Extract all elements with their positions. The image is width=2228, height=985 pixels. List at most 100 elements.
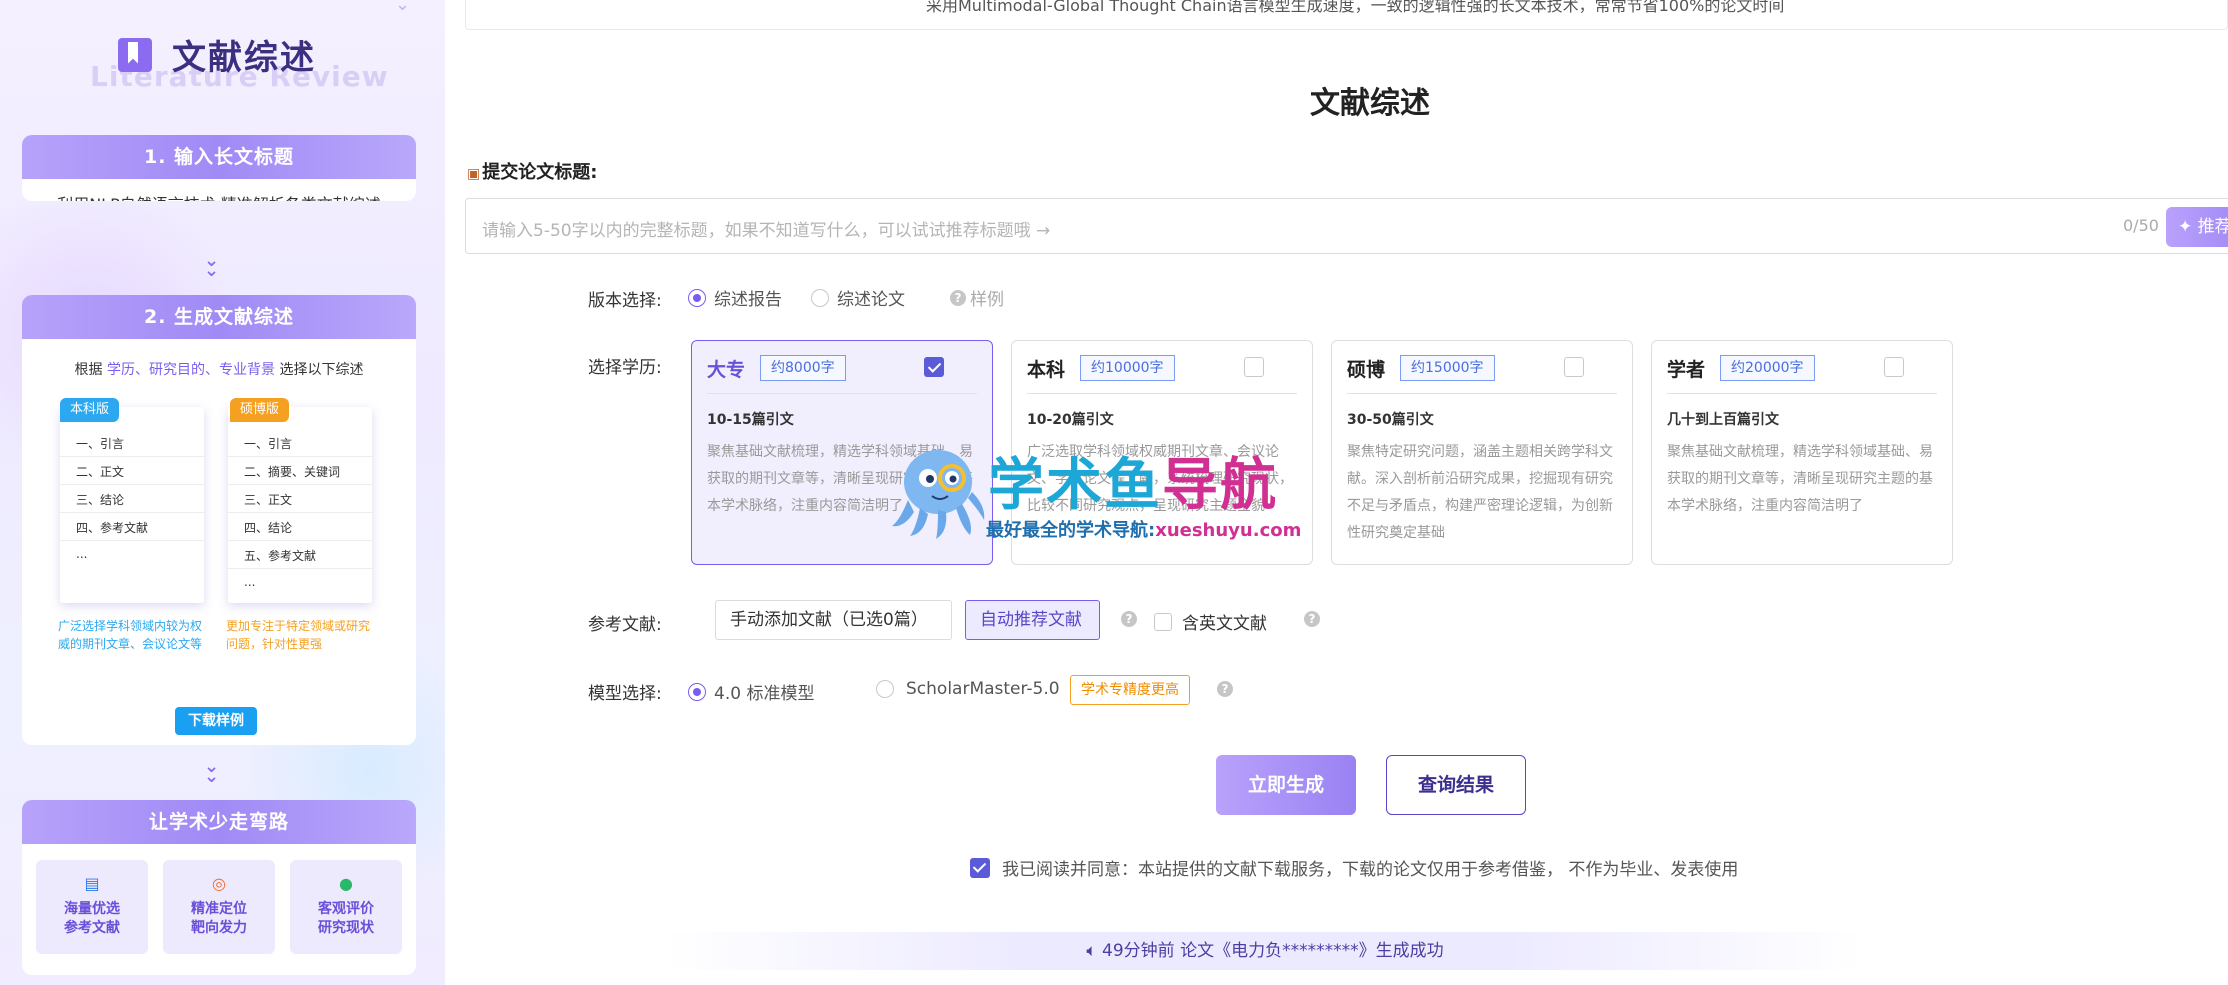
model-label: 模型选择: [588, 684, 662, 704]
top-notice-text: 采用Multimodal-Global Thought Chain语言模型生成速… [926, 0, 1785, 15]
manual-add-references-button[interactable]: 手动添加文献（已选0篇） [715, 600, 952, 640]
edu-word-count: 约20000字 [1720, 355, 1815, 381]
model-option-scholarmaster[interactable]: ScholarMaster-5.0 [876, 679, 1060, 699]
document-stack-icon: ▤ [84, 874, 100, 893]
question-icon[interactable]: ? [1304, 611, 1320, 627]
checkbox[interactable] [1154, 612, 1172, 631]
edu-citations: 几十到上百篇引文 [1667, 412, 1779, 428]
brand-title: 文献综述 [172, 38, 316, 78]
edu-citations: 10-20篇引文 [1027, 412, 1114, 428]
step2-card: 2. 生成文献综述 根据 学历、研究目的、专业背景 选择以下综述 一、引言 二、… [22, 295, 416, 745]
radio-unselected[interactable] [811, 288, 829, 307]
edu-name: 硕博 [1347, 359, 1386, 381]
references-help[interactable]: ? [1121, 609, 1137, 629]
graduate-desc: 更加专注于特定领域或研究问题，针对性更强 [226, 619, 371, 651]
radio-unselected[interactable] [876, 680, 894, 698]
watermark-subtitle: 最好最全的学术导航:xueshuyu.com [986, 516, 1301, 542]
education-card-xuezhe[interactable]: 学者 约20000字 几十到上百篇引文 聚焦基础文献梳理，精选学科领域基础、易获… [1651, 340, 1953, 565]
agreement-text: 我已阅读并同意：本站提供的文献下载服务，下载的论文仅用于参考借鉴， 不作为毕业、… [1002, 860, 1739, 880]
bookmark-book-icon [118, 36, 158, 74]
auto-recommend-references-button[interactable]: 自动推荐文献 [965, 600, 1100, 640]
edu-desc: 聚焦特定研究问题，涵盖主题相关跨学科文献。深入剖析前沿研究成果，挖掘现有研究不足… [1347, 444, 1613, 541]
char-counter: 0/50 [2123, 216, 2159, 235]
double-chevron-down-icon: ⌄ ⌄ [204, 250, 220, 281]
step1-card: 1. 输入长文标题 利用NLP自然语言技术 精准解析各类文献综述 [22, 135, 416, 201]
english-references-checkbox[interactable]: 含英文文献 [1154, 609, 1267, 634]
sidebar: ⌄ Literature Review 文献综述 1. 输入长文标题 利用NLP… [0, 0, 445, 985]
target-icon: ◎ [212, 874, 226, 893]
sample-link[interactable]: ? 样例 [950, 285, 1004, 310]
divider [707, 393, 977, 394]
graduate-outline-sheet: 一、引言 二、摘要、关键词 三、正文 四、结论 五、参考文献 ... [228, 407, 372, 603]
precision-badge: 学术专精度更高 [1070, 675, 1190, 705]
undergrad-outline-sheet: 一、引言 二、正文 三、结论 四、参考文献 ... [60, 407, 204, 603]
education-label: 选择学历: [588, 358, 662, 378]
outline-line: ... [76, 547, 88, 561]
top-notice: 采用Multimodal-Global Thought Chain语言模型生成速… [465, 0, 2228, 30]
option-text: 综述论文 [837, 290, 905, 310]
question-icon[interactable]: ? [1121, 611, 1137, 627]
edu-citations: 30-50篇引文 [1347, 412, 1434, 428]
feature-item: ▤ 海量优选 参考文献 [36, 860, 148, 954]
version-option-paper[interactable]: 综述论文 [811, 285, 905, 310]
outline-line: 二、摘要、关键词 [228, 457, 372, 485]
edu-checkbox[interactable] [1244, 357, 1264, 377]
outline-line: 四、参考文献 [60, 513, 204, 541]
question-icon[interactable]: ? [1217, 681, 1233, 697]
outline-line: 三、正文 [228, 485, 372, 513]
title-input-placeholder: 请输入5-50字以内的完整标题，如果不知道写什么，可以试试推荐标题哦 → [482, 221, 1051, 241]
outline-line: 一、引言 [60, 429, 204, 457]
generate-button[interactable]: 立即生成 [1216, 755, 1356, 815]
query-results-button[interactable]: 查询结果 [1386, 755, 1526, 815]
watermark-title-a: 学术鱼 [988, 453, 1162, 518]
outline-line: ... [244, 575, 256, 589]
sample-text: 样例 [970, 290, 1004, 310]
outline-line: 二、正文 [60, 457, 204, 485]
feature-item: ◎ 精准定位 靶向发力 [163, 860, 275, 954]
speaker-icon: 🔈︎ [1086, 941, 1097, 961]
english-help[interactable]: ? [1304, 609, 1320, 629]
intro-prefix: 根据 [74, 362, 107, 378]
watermark-sub-a: 最好最全的学术导航: [986, 520, 1156, 541]
radio-selected[interactable] [688, 288, 706, 307]
feature-line: 精准定位 [191, 901, 247, 917]
edu-checkbox[interactable] [924, 357, 944, 377]
generation-ticker: 🔈︎ 49分钟前 论文《电力负*********》生成成功 [665, 932, 1865, 970]
submit-title-label: ▣ 提交论文标题: [467, 158, 597, 184]
brand: 文献综述 [118, 30, 316, 79]
edu-desc: 聚焦基础文献梳理，精选学科领域基础、易获取的期刊文章等，清晰呈现研究主题的基本学… [1667, 444, 1933, 514]
education-card-shuobo[interactable]: 硕博 约15000字 30-50篇引文 聚焦特定研究问题，涵盖主题相关跨学科文献… [1331, 340, 1633, 565]
edu-name: 本科 [1027, 359, 1066, 381]
submit-label-text: 提交论文标题: [482, 162, 598, 183]
watermark-title: 学术鱼导航 [988, 440, 1278, 521]
feature-item: ● 客观评价 研究现状 [290, 860, 402, 954]
agreement[interactable]: 我已阅读并同意：本站提供的文献下载服务，下载的论文仅用于参考借鉴， 不作为毕业、… [970, 855, 1738, 880]
title-input[interactable]: 请输入5-50字以内的完整标题，如果不知道写什么，可以试试推荐标题哦 → 0/5… [465, 198, 2228, 254]
undergrad-tag: 本科版 [60, 398, 120, 422]
edu-citations: 10-15篇引文 [707, 412, 794, 428]
watermark-title-b: 导航 [1162, 453, 1278, 518]
version-option-report[interactable]: 综述报告 [688, 285, 782, 310]
intro-highlight: 学历、研究目的、专业背景 [107, 362, 275, 378]
step2-intro: 根据 学历、研究目的、专业背景 选择以下综述 [22, 339, 416, 379]
edu-checkbox[interactable] [1884, 357, 1904, 377]
feature-line: 靶向发力 [191, 920, 247, 936]
step3-title: 让学术少走弯路 [22, 800, 416, 844]
edu-name: 学者 [1667, 359, 1706, 381]
version-label: 版本选择: [588, 291, 662, 311]
recommend-title-button[interactable]: ✦ 推荐标题 [2166, 207, 2228, 247]
references-label: 参考文献: [588, 615, 662, 635]
model-option-standard[interactable]: 4.0 标准模型 [688, 679, 814, 704]
divider [1667, 393, 1937, 394]
question-icon: ? [950, 289, 966, 306]
model-help[interactable]: ? [1217, 679, 1233, 699]
radio-selected[interactable] [688, 682, 706, 701]
download-sample-button[interactable]: 下载样例 [175, 707, 257, 735]
ticker-text: 49分钟前 论文《电力负*********》生成成功 [1102, 941, 1444, 961]
agreement-checkbox[interactable] [970, 857, 990, 878]
graduate-tag: 硕博版 [230, 398, 290, 422]
edu-checkbox[interactable] [1564, 357, 1584, 377]
sparkle-icon: ✦ [2178, 217, 2193, 237]
chat-bubble-icon: ● [339, 874, 353, 893]
outline-line: 五、参考文献 [228, 541, 372, 569]
